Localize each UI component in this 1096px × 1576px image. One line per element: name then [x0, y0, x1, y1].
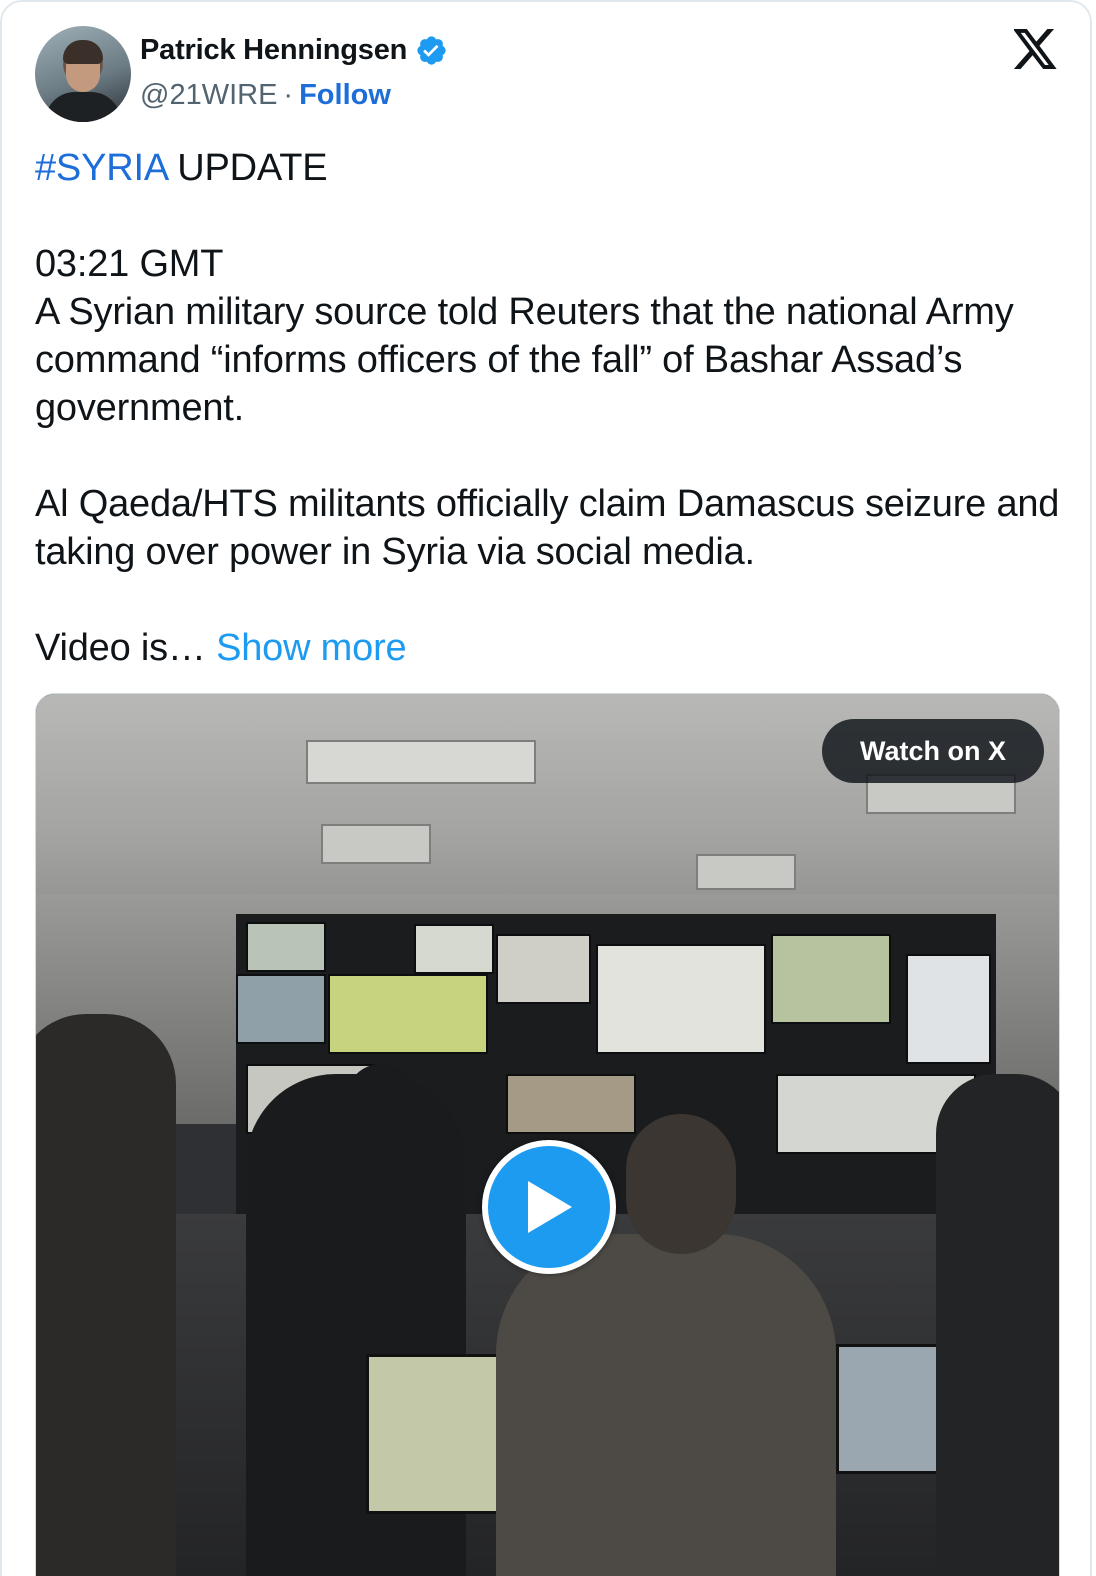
- video-player[interactable]: Watch on X: [35, 693, 1060, 1576]
- tweet-headline: #SYRIA UPDATE: [35, 144, 1075, 192]
- video-thumbnail: [36, 694, 1059, 1576]
- verified-badge-icon: [417, 36, 446, 65]
- avatar-hair: [63, 40, 103, 64]
- tweet-truncated-line: Video is… Show more: [35, 624, 1075, 672]
- show-more-link[interactable]: Show more: [216, 627, 407, 669]
- author-name-row: Patrick Henningsen: [140, 34, 448, 67]
- separator-dot: ·: [283, 79, 294, 111]
- x-logo-icon[interactable]: [1014, 29, 1058, 69]
- avatar-body: [45, 92, 121, 122]
- author-display-name[interactable]: Patrick Henningsen: [140, 34, 407, 67]
- play-icon: [528, 1181, 572, 1233]
- author-handle[interactable]: @21WIRE: [140, 79, 277, 112]
- headline-rest: UPDATE: [166, 147, 328, 189]
- play-button[interactable]: [482, 1140, 616, 1274]
- tweet-paragraph-2: Al Qaeda/HTS militants officially claim …: [35, 483, 1060, 573]
- author-handle-row: @21WIRE · Follow: [140, 79, 391, 112]
- avatar[interactable]: [35, 26, 131, 122]
- truncated-text: Video is…: [35, 627, 217, 669]
- hashtag-link[interactable]: #SYRIA: [35, 147, 167, 189]
- follow-button[interactable]: Follow: [299, 79, 391, 112]
- watch-on-x-button[interactable]: Watch on X: [822, 719, 1044, 783]
- tweet-paragraph-1: A Syrian military source told Reuters th…: [35, 291, 1014, 429]
- tweet-card: Patrick Henningsen @21WIRE · Follow #SYR…: [0, 0, 1092, 1576]
- tweet-body: #SYRIA UPDATE 03:21 GMT A Syrian militar…: [35, 144, 1075, 672]
- tweet-time: 03:21 GMT: [35, 243, 224, 285]
